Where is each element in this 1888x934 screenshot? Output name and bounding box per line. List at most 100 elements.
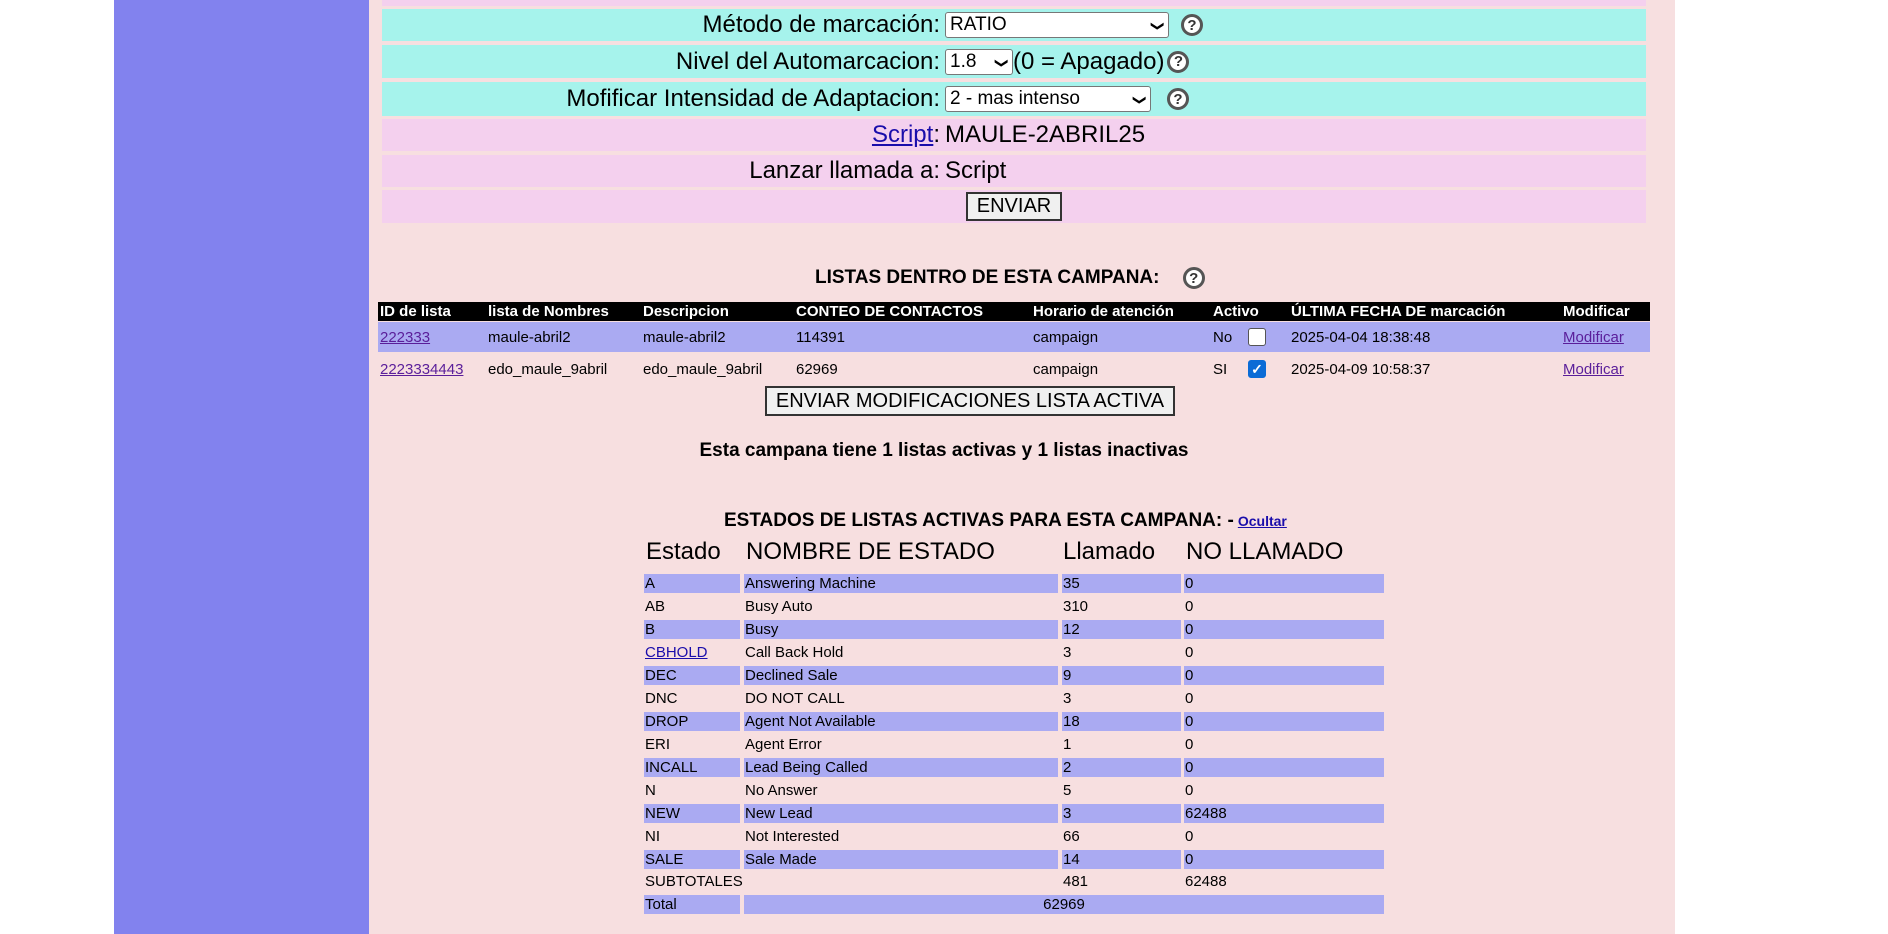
status-name: Busy [744,620,1058,639]
col-list-id: ID de lista [380,303,451,320]
subtotal-label: SUBTOTALES [645,873,743,890]
status-called: 5 [1063,782,1072,799]
status-code: NEW [644,804,740,823]
status-called: 1 [1063,736,1072,753]
list-active-text: No [1213,328,1233,346]
submit-list-changes-button[interactable]: ENVIAR MODIFICACIONES LISTA ACTIVA [765,386,1175,416]
list-id-link[interactable]: 222333 [380,322,430,352]
status-not-called: 0 [1184,666,1384,685]
status-code: DNC [645,690,678,707]
status-not-called: 0 [1184,712,1384,731]
list-id-link[interactable]: 2223334443 [380,354,463,384]
status-not-called: 0 [1184,620,1384,639]
status-name: Agent Not Available [744,712,1058,731]
status-code: A [644,574,740,593]
script-value: MAULE-2ABRIL25 [945,121,1146,148]
status-code: N [645,782,656,799]
chevron-down-icon: ❮ [1130,94,1146,106]
status-not-called: 0 [1185,690,1194,707]
form-row-script: Script: MAULE-2ABRIL25 [382,119,1646,151]
total-value: 62969 [744,895,1384,914]
table-row: 222333 maule-abril2 maule-abril2 114391 … [378,322,1650,352]
col-description: Descripcion [643,303,729,320]
status-not-called: 0 [1185,736,1194,753]
status-code: INCALL [644,758,740,777]
status-called: 66 [1063,828,1080,845]
adapt-intensity-select[interactable]: 2 - mas intenso ❮ [945,86,1151,112]
list-description: maule-abril2 [643,328,726,346]
active-checkbox[interactable]: ✓ [1248,360,1266,378]
launch-call-value: Script [945,157,1007,184]
status-called: 3 [1062,804,1181,823]
statuses-heading: ESTADOS DE LISTAS ACTIVAS PARA ESTA CAMP… [724,510,1287,532]
status-not-called: 0 [1185,644,1194,661]
status-called: 2 [1062,758,1181,777]
form-row-auto-dial-level: Nivel del Automarcacion: 1.8 ❮ (0 = Apag… [382,45,1646,78]
lists-heading: LISTAS DENTRO DE ESTA CAMPANA: ? [815,267,1205,289]
script-link[interactable]: Script [872,121,933,149]
col-modify: Modificar [1563,303,1630,320]
status-name: Agent Error [745,736,822,753]
help-icon[interactable]: ? [1182,267,1205,289]
form-row-dial-method: Método de marcación: RATIO ❮ ? [382,9,1646,41]
status-name: No Answer [745,782,818,799]
list-name: edo_maule_9abril [488,360,608,378]
total-label: Total [644,895,740,914]
status-called: 35 [1062,574,1181,593]
auto-dial-level-note: (0 = Apagado) [1013,47,1165,75]
status-name: New Lead [744,804,1058,823]
col-last-dial: ÚLTIMA FECHA DE marcación [1291,303,1506,320]
status-name: Declined Sale [744,666,1058,685]
script-label: Script: [872,119,940,151]
launch-call-label: Lanzar llamada a: [749,157,940,184]
help-icon[interactable]: ? [1167,50,1190,73]
adapt-intensity-value: 2 - mas intenso [950,88,1080,109]
status-called: 310 [1063,598,1089,615]
list-last-dial: 2025-04-04 18:38:48 [1291,328,1431,346]
status-col-not-called: NO LLAMADO [1186,538,1344,565]
form-row-adapt-intensity: Mofificar Intensidad de Adaptacion: 2 - … [382,82,1646,116]
status-not-called: 0 [1184,758,1384,777]
list-name: maule-abril2 [488,328,571,346]
help-icon[interactable]: ? [1167,88,1189,110]
list-active-text: SI [1213,360,1228,378]
dial-method-label: Método de marcación: [702,11,940,38]
status-called: 12 [1062,620,1181,639]
status-code: DROP [644,712,740,731]
status-code: SALE [644,850,740,869]
chevron-down-icon: ❮ [992,57,1008,68]
status-code: CBHOLD [644,643,740,662]
status-col-name: NOMBRE DE ESTADO [746,538,995,565]
list-count: 62969 [796,360,838,378]
enviar-button[interactable]: ENVIAR [966,192,1062,221]
col-active: Activo [1213,303,1259,320]
col-contact-count: CONTEO DE CONTACTOS [796,303,983,320]
subtotal-called: 481 [1063,873,1089,890]
auto-dial-level-select[interactable]: 1.8 ❮ [945,48,1013,75]
status-not-called: 0 [1185,828,1194,845]
status-code: NI [645,828,660,845]
status-called: 3 [1063,644,1072,661]
dial-method-value: RATIO [950,14,1007,35]
dial-method-select[interactable]: RATIO ❮ [945,12,1169,38]
modify-link[interactable]: Modificar [1563,322,1624,352]
modify-link[interactable]: Modificar [1563,354,1624,384]
list-schedule: campaign [1033,360,1099,378]
help-icon[interactable]: ? [1181,14,1203,36]
status-code: AB [645,598,666,615]
auto-dial-level-value: 1.8 [950,50,977,72]
chevron-down-icon: ❮ [1148,20,1164,32]
status-col-called: Llamado [1063,538,1156,565]
status-not-called: 0 [1184,850,1384,869]
hide-link[interactable]: Ocultar [1238,513,1287,529]
status-name: Lead Being Called [744,758,1058,777]
col-list-name: lista de Nombres [488,303,609,320]
status-name: Sale Made [744,850,1058,869]
active-checkbox[interactable] [1248,328,1266,346]
form-row-launch-call: Lanzar llamada a: Script [382,155,1646,187]
status-name: Answering Machine [744,574,1058,593]
status-code: DEC [644,666,740,685]
status-code-link[interactable]: CBHOLD [645,644,708,661]
status-called: 18 [1062,712,1181,731]
adapt-intensity-label: Mofificar Intensidad de Adaptacion: [566,85,940,112]
